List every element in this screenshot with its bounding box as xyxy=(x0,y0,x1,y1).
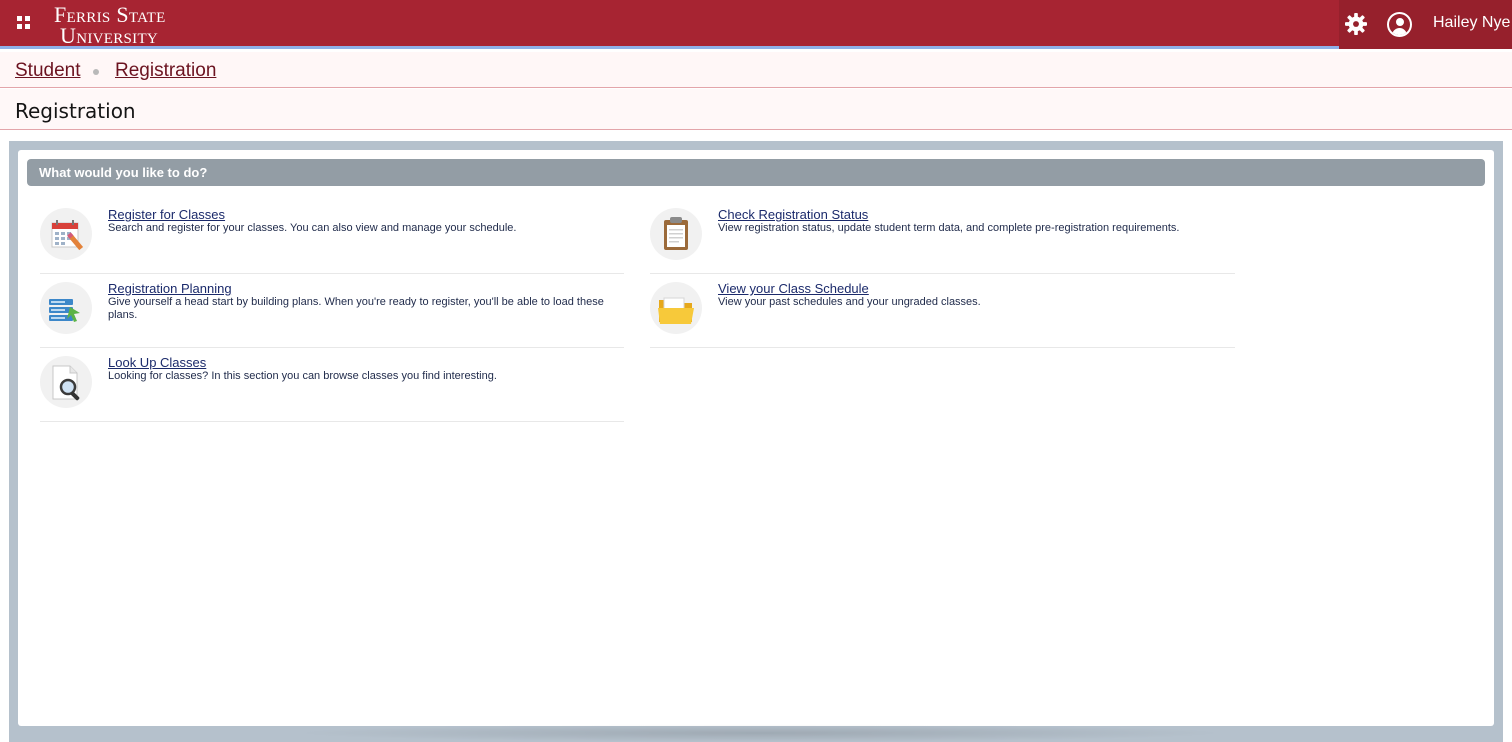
breadcrumb-separator xyxy=(93,69,99,75)
user-name[interactable]: Hailey Nye xyxy=(1433,14,1510,32)
menu-item-check-registration-status: Check Registration Status View registrat… xyxy=(650,200,1235,274)
clipboard-icon xyxy=(650,208,702,260)
document-search-icon xyxy=(40,356,92,408)
gear-icon[interactable] xyxy=(1345,13,1367,35)
panel-bottom-shadow xyxy=(290,724,1230,742)
register-for-classes-description: Search and register for your classes. Yo… xyxy=(108,222,517,234)
logo-line-1: Ferris State xyxy=(54,2,166,27)
folder-icon xyxy=(650,282,702,334)
user-avatar-icon[interactable] xyxy=(1387,12,1412,37)
grid-icon[interactable] xyxy=(17,16,33,32)
view-class-schedule-description: View your past schedules and your ungrad… xyxy=(718,296,981,308)
title-bar: Registration xyxy=(0,89,1512,130)
plan-list-icon xyxy=(40,282,92,334)
look-up-classes-description: Looking for classes? In this section you… xyxy=(108,370,497,382)
breadcrumb-registration[interactable]: Registration xyxy=(115,60,216,82)
menu-item-register-for-classes: Register for Classes Search and register… xyxy=(40,200,624,274)
look-up-classes-link[interactable]: Look Up Classes xyxy=(108,355,206,370)
logo-line-2: University xyxy=(60,23,159,48)
register-for-classes-link[interactable]: Register for Classes xyxy=(108,207,225,222)
breadcrumb: Student Registration xyxy=(0,52,1512,88)
panel-header: What would you like to do? xyxy=(27,159,1485,186)
registration-planning-link[interactable]: Registration Planning xyxy=(108,281,232,296)
breadcrumb-student[interactable]: Student xyxy=(15,60,81,82)
check-registration-status-link[interactable]: Check Registration Status xyxy=(718,207,868,222)
view-class-schedule-link[interactable]: View your Class Schedule xyxy=(718,281,869,296)
top-bar xyxy=(0,0,1512,49)
calendar-pencil-icon xyxy=(40,208,92,260)
registration-planning-description: Give yourself a head start by building p… xyxy=(108,296,604,321)
page-title: Registration xyxy=(15,99,136,123)
university-logo[interactable]: Ferris State University xyxy=(54,2,166,48)
menu-item-look-up-classes: Look Up Classes Looking for classes? In … xyxy=(40,348,624,422)
check-registration-status-description: View registration status, update student… xyxy=(718,222,1180,234)
menu-item-view-class-schedule: View your Class Schedule View your past … xyxy=(650,274,1235,348)
menu-item-registration-planning: Registration Planning Give yourself a he… xyxy=(40,274,624,348)
